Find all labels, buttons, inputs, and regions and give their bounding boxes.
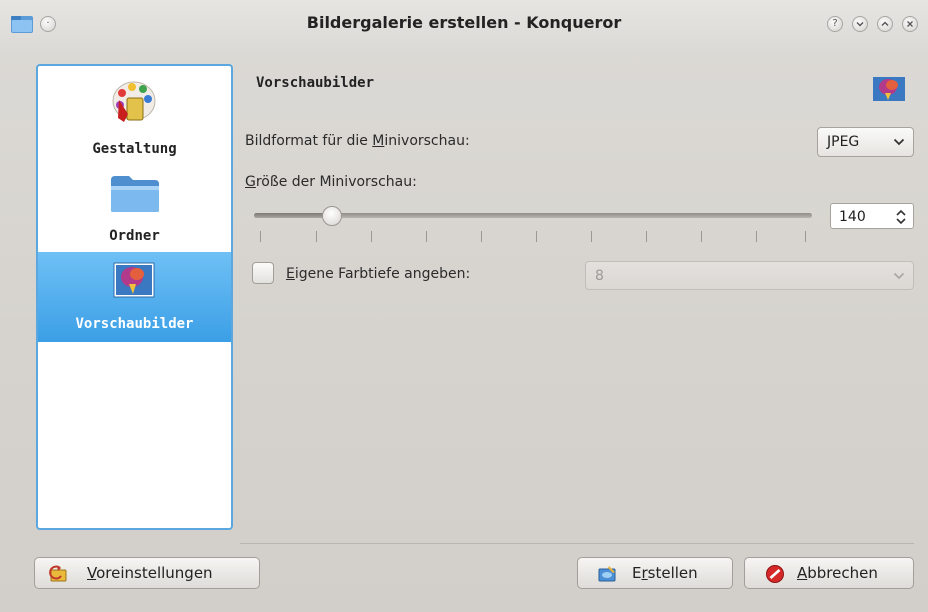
palette-paint-icon — [112, 81, 156, 122]
restore-defaults-icon — [49, 565, 67, 582]
image-thumbnail-icon — [113, 262, 155, 298]
slider-tick — [756, 231, 757, 242]
format-select[interactable]: JPEG — [817, 127, 914, 157]
page-title: Vorschaubilder — [256, 75, 375, 91]
size-slider-handle[interactable] — [322, 206, 342, 226]
minimize-button[interactable] — [852, 16, 868, 32]
color-depth-select[interactable]: 8 — [585, 261, 914, 290]
window-title: Bildergalerie erstellen - Konqueror — [306, 13, 622, 32]
spin-arrows-icon[interactable] — [895, 208, 907, 226]
slider-tick — [591, 231, 592, 242]
chevron-down-icon — [893, 272, 905, 280]
size-label: Größe der Minivorschau: — [245, 174, 417, 190]
sidebar-item-vorschaubilder[interactable]: Vorschaubilder — [38, 252, 231, 342]
cancel-icon — [766, 565, 784, 583]
sidebar-item-label: Ordner — [109, 228, 160, 244]
help-button[interactable]: ? — [827, 16, 843, 32]
create-image-icon — [598, 566, 616, 582]
color-depth-checkbox[interactable] — [252, 262, 274, 284]
chevron-down-icon — [856, 22, 864, 27]
slider-tick — [805, 231, 806, 242]
slider-tick — [536, 231, 537, 242]
close-button[interactable] — [902, 16, 918, 32]
slider-tick — [316, 231, 317, 242]
size-spinbox[interactable]: 140 — [830, 203, 914, 229]
sidebar-item-label: Gestaltung — [92, 141, 177, 157]
chevron-up-icon — [881, 21, 889, 26]
sidebar-item-ordner[interactable]: Ordner — [38, 170, 231, 250]
sidebar-item-gestaltung[interactable]: Gestaltung — [38, 74, 231, 166]
color-depth-label: Eigene Farbtiefe angeben: — [286, 266, 471, 282]
maximize-button[interactable] — [877, 16, 893, 32]
cancel-button[interactable]: Abbrechen — [744, 557, 914, 589]
title-bar: · Bildergalerie erstellen - Konqueror ? — [0, 0, 928, 50]
folder-icon — [111, 176, 159, 212]
slider-tick — [426, 231, 427, 242]
slider-tick — [481, 231, 482, 242]
slider-tick — [371, 231, 372, 242]
separator — [240, 543, 914, 544]
close-icon — [907, 21, 913, 27]
sidebar-item-label: Vorschaubilder — [75, 316, 194, 332]
image-thumbnail-icon — [873, 77, 905, 101]
slider-tick — [260, 231, 261, 242]
sidebar: Gestaltung Ordner Vorschaubilder — [36, 64, 233, 530]
defaults-button[interactable]: Voreinstellungen — [34, 557, 260, 589]
slider-tick — [646, 231, 647, 242]
chevron-down-icon — [893, 138, 905, 146]
format-label: Bildformat für die Minivorschau: — [245, 133, 470, 149]
slider-tick — [701, 231, 702, 242]
size-slider-fill — [254, 213, 332, 218]
create-button[interactable]: Erstellen — [577, 557, 733, 589]
